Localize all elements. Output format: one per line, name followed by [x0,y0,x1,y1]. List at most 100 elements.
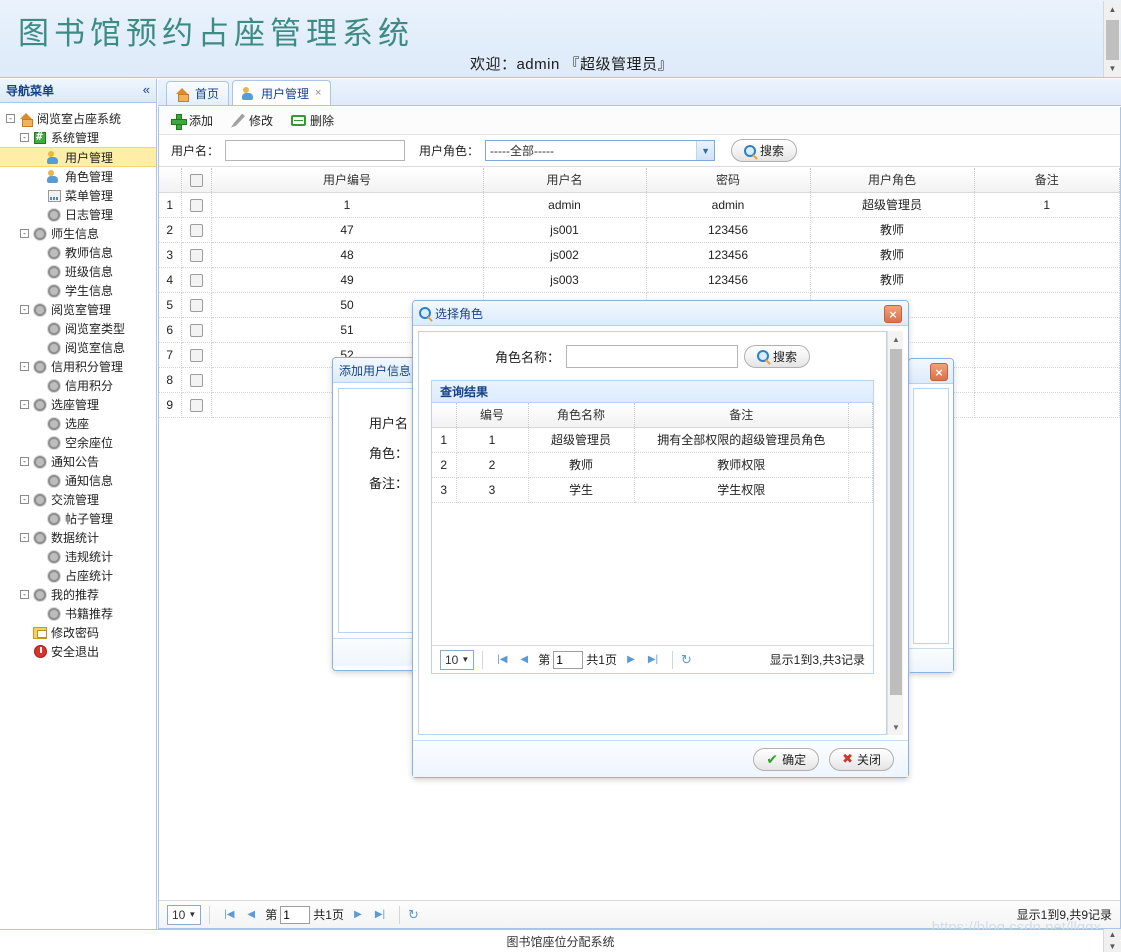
tab-close-icon[interactable]: × [315,87,321,99]
sidebar-item-0[interactable]: - 阅览室占座系统 [0,109,156,128]
row-select-cell[interactable] [181,192,212,218]
row-checkbox[interactable] [189,398,203,412]
scroll-down-icon[interactable]: ▼ [1104,60,1121,77]
scroll-down-icon[interactable]: ▼ [1104,941,1121,952]
sidebar-item-21[interactable]: 帖子管理 [0,509,156,528]
sidebar-item-23[interactable]: 违规统计 [0,547,156,566]
role-page-number-input[interactable] [553,650,584,669]
row-select-cell[interactable] [181,292,212,318]
sidebar-item-24[interactable]: 占座统计 [0,566,156,585]
select-all-checkbox[interactable] [189,173,203,187]
scrollbar-thumb[interactable] [890,349,902,695]
background-dialog-right[interactable]: × [908,358,954,673]
sidebar-item-10[interactable]: - 阅览室管理 [0,300,156,319]
sidebar-item-8[interactable]: 班级信息 [0,262,156,281]
row-checkbox[interactable] [189,348,203,362]
page-size-select[interactable]: 10 ▼ [167,904,202,925]
role-prev-page-button[interactable]: ◀ [513,650,535,670]
col-header-username[interactable]: 用户名 [483,168,647,193]
sidebar-item-2[interactable]: 用户管理 [0,147,156,167]
role-page-size-select[interactable]: 10 ▼ [440,649,475,670]
expander-icon[interactable]: - [20,362,29,371]
col-header-userid[interactable]: 用户编号 [211,168,484,193]
role-next-page-button[interactable]: ▶ [620,650,642,670]
refresh-icon[interactable]: ↻ [681,652,692,668]
expander-icon[interactable]: - [20,400,29,409]
scroll-up-icon[interactable]: ▲ [1104,1,1121,18]
sidebar-item-12[interactable]: 阅览室信息 [0,338,156,357]
role-col-header-name[interactable]: 角色名称 [528,403,635,428]
row-checkbox[interactable] [189,223,203,237]
row-select-cell[interactable] [181,317,212,343]
sidebar-item-22[interactable]: - 数据统计 [0,528,156,547]
row-checkbox[interactable] [189,298,203,312]
expander-icon[interactable]: - [20,495,29,504]
last-page-button[interactable]: ▶| [369,905,391,925]
role-table-row[interactable]: 3 3 学生 学生权限 [432,477,873,503]
table-row[interactable]: 4 49 js003 123456 教师 [159,267,1120,293]
row-checkbox[interactable] [189,323,203,337]
next-page-button[interactable]: ▶ [347,905,369,925]
confirm-button[interactable]: ✔ 确定 [753,747,820,771]
row-checkbox[interactable] [189,198,203,212]
dialog-scrollbar[interactable]: ▲ ▼ [887,331,903,735]
sidebar-item-11[interactable]: 阅览室类型 [0,319,156,338]
scroll-down-icon[interactable]: ▼ [888,719,904,735]
first-page-button[interactable]: |◀ [218,905,240,925]
sidebar-item-28[interactable]: 安全退出 [0,642,156,661]
sidebar-item-6[interactable]: - 师生信息 [0,224,156,243]
sidebar-item-20[interactable]: - 交流管理 [0,490,156,509]
col-header-remark[interactable]: 备注 [974,168,1120,193]
expander-icon[interactable]: - [20,305,29,314]
sidebar-item-19[interactable]: 通知信息 [0,471,156,490]
add-button[interactable]: 添加 [171,112,213,130]
sidebar-item-14[interactable]: 信用积分 [0,376,156,395]
tab-1[interactable]: 用户管理 × [232,80,332,105]
tab-0[interactable]: 首页 [166,81,230,105]
scroll-up-icon[interactable]: ▲ [1104,929,1121,940]
page-number-input[interactable] [280,905,311,924]
rolename-input[interactable] [566,344,738,368]
refresh-icon[interactable]: ↻ [408,907,419,923]
sidebar-item-27[interactable]: 修改密码 [0,623,156,642]
row-select-cell[interactable] [181,217,212,243]
role-table-row[interactable]: 2 2 教师 教师权限 [432,452,873,478]
col-header-password[interactable]: 密码 [646,168,811,193]
sidebar-item-17[interactable]: 空余座位 [0,433,156,452]
chevron-down-icon[interactable]: ▼ [696,141,715,160]
scroll-up-icon[interactable]: ▲ [888,331,904,347]
table-row[interactable]: 1 1 admin admin 超级管理员 1 [159,192,1120,218]
page-scrollbar[interactable]: ▲ ▼ [1103,1,1121,77]
close-button[interactable]: ✖ 关闭 [829,747,894,771]
col-header-role[interactable]: 用户角色 [810,168,975,193]
scrollbar-thumb[interactable] [1106,20,1119,60]
table-row[interactable]: 2 47 js001 123456 教师 [159,217,1120,243]
edit-button[interactable]: 修改 [231,112,273,129]
sidebar-item-25[interactable]: - 我的推荐 [0,585,156,604]
row-select-cell[interactable] [181,267,212,293]
row-checkbox[interactable] [189,248,203,262]
role-col-header-id[interactable]: 编号 [456,403,529,428]
sidebar-item-15[interactable]: - 选座管理 [0,395,156,414]
sidebar-item-3[interactable]: 角色管理 [0,167,156,186]
sidebar-item-4[interactable]: 菜单管理 [0,186,156,205]
sidebar-item-1[interactable]: - 系统管理 [0,128,156,147]
expander-icon[interactable]: - [6,114,15,123]
role-filter-select[interactable]: -----全部----- ▼ [485,140,716,161]
sidebar-item-7[interactable]: 教师信息 [0,243,156,262]
delete-button[interactable]: 删除 [291,112,334,129]
expander-icon[interactable]: - [20,229,29,238]
prev-page-button[interactable]: ◀ [240,905,262,925]
select-role-dialog[interactable]: 选择角色 × 角色名称： 搜索 查询结果 编号 角色名称 备注 1 1 超级管理… [412,300,909,778]
row-select-cell[interactable] [181,242,212,268]
sidebar-item-9[interactable]: 学生信息 [0,281,156,300]
table-row[interactable]: 3 48 js002 123456 教师 [159,242,1120,268]
role-search-button[interactable]: 搜索 [744,344,811,368]
expander-icon[interactable]: - [20,533,29,542]
row-select-cell[interactable] [181,342,212,368]
sidebar-item-13[interactable]: - 信用积分管理 [0,357,156,376]
username-search-input[interactable] [225,140,406,161]
close-icon[interactable]: × [930,363,948,381]
expander-icon[interactable]: - [20,133,29,142]
row-checkbox[interactable] [189,273,203,287]
